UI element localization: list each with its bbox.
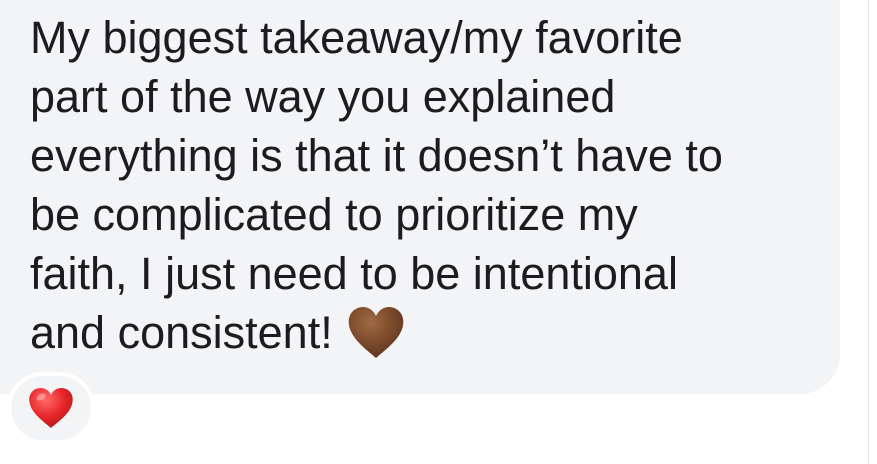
message-line-1: My biggest takeaway/my favorite <box>30 12 683 63</box>
message-line-6: and consistent! <box>30 307 333 358</box>
message-line-5: faith, I just need to be intentional <box>30 248 678 299</box>
message-text: My biggest takeaway/my favorite part of … <box>30 8 830 362</box>
red-heart-icon <box>29 388 73 428</box>
message-line-2: part of the way you explained <box>30 71 616 122</box>
brown-heart-icon <box>348 307 404 358</box>
message-line-4: be complicated to prioritize my <box>30 189 638 240</box>
reaction-badge[interactable] <box>7 372 95 444</box>
panel-divider <box>868 0 869 464</box>
message-line-3: everything is that it doesn’t have to <box>30 130 723 181</box>
message-line-6-wrap: and consistent! <box>30 303 830 362</box>
chat-screen: My biggest takeaway/my favorite part of … <box>0 0 877 464</box>
